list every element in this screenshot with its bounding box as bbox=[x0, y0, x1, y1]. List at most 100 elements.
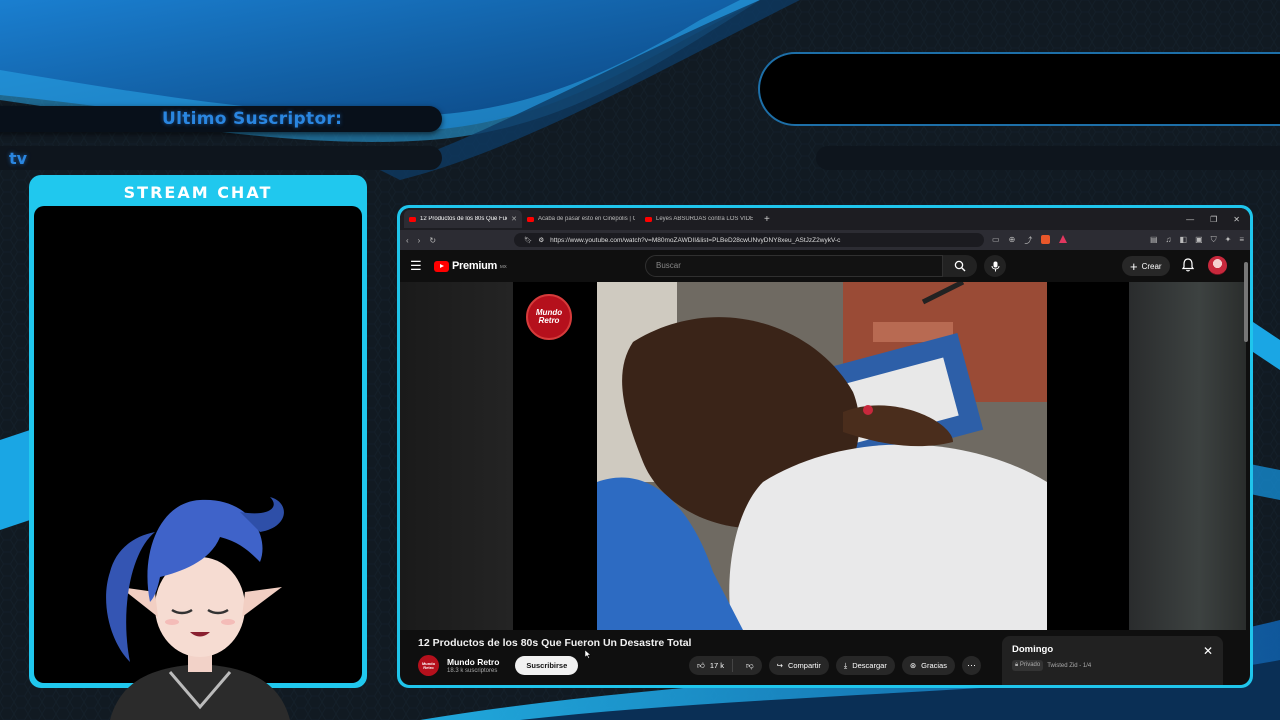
dislike-button[interactable]: 👎︎ bbox=[738, 661, 762, 671]
address-actions: ▭ ⊕ ⤴ bbox=[992, 234, 1068, 246]
url-field[interactable]: 🔖︎ ⚙︎ https://www.youtube.com/watch?v=M8… bbox=[514, 233, 985, 247]
wallet-icon[interactable]: ▣ bbox=[1195, 235, 1203, 245]
profile-avatar[interactable] bbox=[1208, 256, 1227, 275]
site-info-icon[interactable]: ⚙︎ bbox=[538, 236, 544, 244]
forward-icon[interactable]: › bbox=[418, 236, 421, 245]
create-label: Crear bbox=[1141, 261, 1162, 271]
reload-icon[interactable]: ↻ bbox=[429, 236, 436, 245]
tab-title: Acaba de pasar esto en Cinépolis | C bbox=[538, 216, 635, 222]
right-info-panel bbox=[758, 52, 1280, 126]
like-dislike-group: 👍︎ 17 k 👎︎ bbox=[689, 656, 762, 675]
window-controls: — ❐ ✕ bbox=[1186, 215, 1250, 224]
lock-icon: 🔒︎ bbox=[1015, 662, 1019, 668]
last-subscriber-name: tv bbox=[9, 149, 28, 168]
new-tab-button[interactable]: + bbox=[764, 214, 770, 225]
tab-title: Leyes ABSURDAS contra LOS VIDEOJ bbox=[656, 216, 753, 222]
download-icon: ⤓ bbox=[843, 660, 848, 670]
subscribe-button[interactable]: Suscribirse bbox=[515, 656, 579, 675]
right-info-bar bbox=[816, 146, 1280, 170]
thanks-button[interactable]: ⊛ Gracias bbox=[901, 656, 955, 675]
stream-chat-title: STREAM CHAT bbox=[123, 183, 273, 202]
minimize-icon[interactable]: — bbox=[1186, 215, 1194, 224]
playlist-title[interactable]: Domingo bbox=[1012, 644, 1213, 655]
tab-bar: 12 Productos de los 80s Que Fueron ✕ Aca… bbox=[400, 208, 1250, 230]
video-title: 12 Productos de los 80s Que Fueron Un De… bbox=[418, 637, 692, 649]
music-icon[interactable]: ♫ bbox=[1166, 235, 1172, 245]
ambient-left bbox=[400, 282, 513, 630]
download-label: Descargar bbox=[852, 661, 887, 670]
close-tab-icon[interactable]: ✕ bbox=[511, 215, 517, 223]
vtuber-avatar bbox=[106, 497, 290, 720]
tab-video-1[interactable]: 12 Productos de los 80s Que Fueron ✕ bbox=[404, 210, 522, 228]
mouse-cursor-icon bbox=[585, 650, 591, 659]
youtube-favicon-icon bbox=[645, 216, 652, 222]
close-playlist-icon[interactable]: ✕ bbox=[1203, 644, 1213, 658]
back-icon[interactable]: ‹ bbox=[406, 236, 409, 245]
video-player-area: Mundo Retro bbox=[400, 282, 1250, 630]
privacy-label: Privado bbox=[1019, 662, 1041, 668]
youtube-header: ☰ Premium MX Buscar + Crear bbox=[400, 250, 1250, 282]
playlist-owner-progress: Twisted Zid - 1/4 bbox=[1047, 662, 1092, 669]
playlist-privacy: 🔒︎ Privado bbox=[1012, 660, 1044, 671]
zoom-icon[interactable]: ⊕ bbox=[1009, 235, 1016, 246]
youtube-favicon-icon bbox=[527, 216, 534, 222]
youtube-favicon-icon bbox=[409, 216, 416, 222]
playlist-meta: 🔒︎ Privado Twisted Zid - 1/4 bbox=[1012, 660, 1213, 671]
notifications-bell-icon[interactable] bbox=[1182, 258, 1194, 272]
ambient-right bbox=[1129, 282, 1246, 630]
hamburger-menu-icon[interactable]: ☰ bbox=[410, 258, 430, 274]
close-window-icon[interactable]: ✕ bbox=[1233, 215, 1240, 224]
video-frame bbox=[513, 282, 1129, 630]
search-icon bbox=[954, 260, 966, 272]
share-label: Compartir bbox=[787, 661, 821, 670]
video-actions: 👍︎ 17 k 👎︎ ↪ Compartir ⤓ Descargar ⊛ Gra… bbox=[689, 656, 981, 675]
share-arrow-icon: ↪ bbox=[776, 661, 783, 670]
create-button[interactable]: + Crear bbox=[1122, 256, 1170, 276]
more-dots-icon: ⋯ bbox=[966, 660, 976, 670]
channel-name[interactable]: Mundo Retro bbox=[447, 657, 499, 667]
channel-watermark: Mundo Retro bbox=[526, 294, 572, 340]
maximize-icon[interactable]: ❐ bbox=[1210, 215, 1217, 224]
url-text: https://www.youtube.com/watch?v=M80moZAW… bbox=[550, 236, 841, 244]
plus-icon: + bbox=[1130, 258, 1138, 274]
video-player[interactable]: Mundo Retro bbox=[513, 282, 1129, 630]
more-actions-button[interactable]: ⋯ bbox=[961, 656, 981, 675]
share-button[interactable]: ↪ Compartir bbox=[768, 656, 829, 675]
microphone-icon bbox=[991, 261, 999, 271]
youtube-premium-logo[interactable]: Premium MX bbox=[434, 260, 507, 272]
voice-search-button[interactable] bbox=[984, 255, 1006, 277]
cast-icon[interactable]: ▭ bbox=[992, 235, 1000, 246]
youtube-play-logo-icon bbox=[434, 260, 449, 272]
sidebar-icon[interactable]: ▤ bbox=[1150, 235, 1158, 245]
subscriber-count: 18.3 k suscriptores bbox=[447, 668, 498, 674]
share-page-icon[interactable]: ⤴ bbox=[1024, 235, 1032, 246]
nav-buttons: ‹ › ↻ bbox=[406, 236, 436, 245]
download-button[interactable]: ⤓ Descargar bbox=[835, 656, 895, 675]
tab-title: 12 Productos de los 80s Que Fueron bbox=[420, 216, 507, 222]
browser-window: 12 Productos de los 80s Que Fueron ✕ Aca… bbox=[400, 208, 1250, 685]
page-scrollbar[interactable] bbox=[1244, 262, 1248, 342]
leo-icon[interactable]: ✦ bbox=[1225, 235, 1232, 245]
region-code: MX bbox=[499, 264, 507, 269]
tab-video-2[interactable]: Acaba de pasar esto en Cinépolis | C bbox=[522, 210, 640, 228]
toolbar-right: ▤ ♫ ◧ ▣ ⛉ ✦ ≡ bbox=[1150, 235, 1244, 245]
brave-shield-icon[interactable] bbox=[1041, 234, 1051, 244]
channel-row: Mundo Retro Mundo Retro 18.3 k suscripto… bbox=[418, 655, 579, 676]
tab-video-3[interactable]: Leyes ABSURDAS contra LOS VIDEOJ bbox=[640, 210, 758, 228]
channel-avatar[interactable]: Mundo Retro bbox=[418, 655, 439, 676]
like-button[interactable]: 👍︎ 17 k bbox=[689, 659, 734, 672]
like-count: 17 k bbox=[709, 661, 725, 670]
bookmark-icon[interactable]: 🔖︎ bbox=[524, 236, 532, 244]
thumbs-down-icon: 👎︎ bbox=[746, 660, 754, 670]
logo-text: Premium bbox=[452, 260, 497, 272]
browser-frame: 12 Productos de los 80s Que Fueron ✕ Aca… bbox=[397, 205, 1253, 688]
menu-icon[interactable]: ≡ bbox=[1239, 235, 1244, 245]
subscriber-name-bar bbox=[0, 146, 442, 170]
vpn-icon[interactable]: ⛉ bbox=[1211, 235, 1217, 245]
address-bar-row: ‹ › ↻ 🔖︎ ⚙︎ https://www.youtube.com/watc… bbox=[400, 230, 1250, 250]
reader-icon[interactable]: ◧ bbox=[1180, 235, 1188, 245]
brave-rewards-icon[interactable] bbox=[1059, 234, 1068, 243]
search-input[interactable]: Buscar bbox=[645, 255, 943, 277]
search-button[interactable] bbox=[943, 255, 977, 277]
super-thanks-icon: ⊛ bbox=[909, 661, 917, 670]
